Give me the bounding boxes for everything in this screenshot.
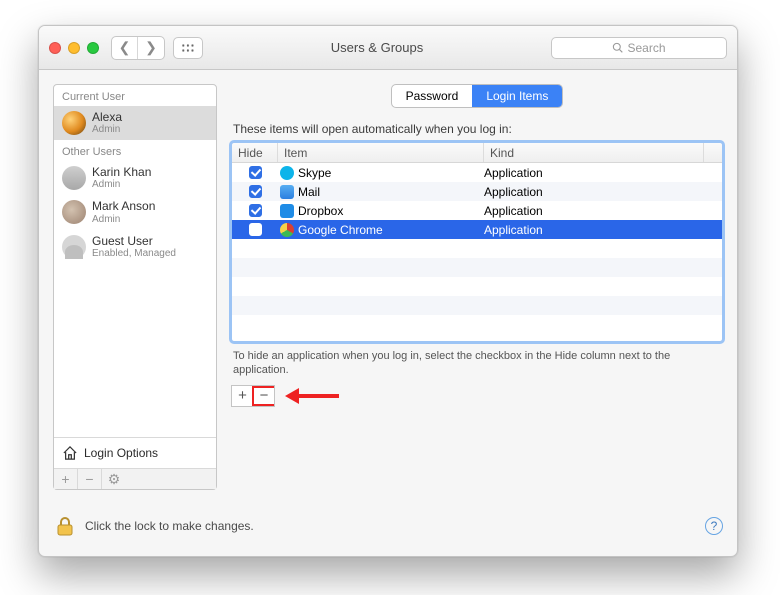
user-name: Alexa bbox=[92, 111, 122, 124]
window-controls bbox=[49, 42, 99, 54]
arrow-head-icon bbox=[285, 388, 299, 404]
user-actions-button[interactable]: ⚙ bbox=[102, 469, 126, 489]
item-kind: Application bbox=[484, 166, 704, 180]
tab-login-items[interactable]: Login Items bbox=[472, 85, 562, 107]
col-spacer bbox=[704, 143, 722, 162]
item-name: Skype bbox=[298, 166, 331, 180]
dropbox-icon bbox=[280, 204, 294, 218]
login-options-button[interactable]: Login Options bbox=[54, 438, 216, 468]
item-name: Dropbox bbox=[298, 204, 343, 218]
avatar bbox=[62, 235, 86, 259]
item-kind: Application bbox=[484, 185, 704, 199]
panel-tabs: Password Login Items bbox=[391, 84, 564, 108]
hide-hint-text: To hide an application when you log in, … bbox=[233, 349, 721, 378]
col-item[interactable]: Item bbox=[278, 143, 484, 162]
minimize-window-button[interactable] bbox=[68, 42, 80, 54]
zoom-window-button[interactable] bbox=[87, 42, 99, 54]
sidebar-user-karin[interactable]: Karin KhanAdmin bbox=[54, 161, 216, 195]
user-name: Guest User bbox=[92, 235, 176, 248]
hide-checkbox[interactable] bbox=[249, 166, 262, 179]
sidebar-user-guest[interactable]: Guest UserEnabled, Managed bbox=[54, 230, 216, 264]
hide-checkbox[interactable] bbox=[249, 185, 262, 198]
user-role: Admin bbox=[92, 214, 155, 225]
table-row-empty bbox=[232, 315, 722, 334]
annotation-arrow bbox=[285, 388, 339, 404]
arrow-line bbox=[299, 394, 339, 398]
login-items-caption: These items will open automatically when… bbox=[233, 122, 721, 136]
table-row-empty bbox=[232, 258, 722, 277]
show-all-prefs-button[interactable] bbox=[173, 37, 203, 59]
avatar bbox=[62, 200, 86, 224]
table-row-empty bbox=[232, 277, 722, 296]
sidebar-footer: Login Options + − ⚙ bbox=[54, 437, 216, 489]
current-user-header: Current User bbox=[54, 85, 216, 106]
tab-password[interactable]: Password bbox=[392, 85, 473, 107]
add-remove-group: + − bbox=[231, 385, 275, 407]
prefs-window: ❮ ❯ Users & Groups Search Current User A… bbox=[38, 25, 738, 557]
avatar bbox=[62, 111, 86, 135]
login-items-table: Hide Item Kind Skype Application Mail Ap… bbox=[231, 142, 723, 342]
item-name: Mail bbox=[298, 185, 320, 199]
table-header: Hide Item Kind bbox=[232, 143, 722, 163]
table-row[interactable]: Dropbox Application bbox=[232, 201, 722, 220]
skype-icon bbox=[280, 166, 294, 180]
table-row-empty bbox=[232, 239, 722, 258]
col-hide[interactable]: Hide bbox=[232, 143, 278, 162]
nav-back-forward: ❮ ❯ bbox=[111, 36, 165, 60]
other-users-header: Other Users bbox=[54, 140, 216, 161]
table-row[interactable]: Google Chrome Application bbox=[232, 220, 722, 239]
help-button[interactable]: ? bbox=[705, 517, 723, 535]
add-login-item-button[interactable]: + bbox=[232, 386, 254, 406]
grid-icon bbox=[181, 43, 195, 53]
item-kind: Application bbox=[484, 223, 704, 237]
hide-checkbox[interactable] bbox=[249, 223, 262, 236]
sidebar-user-mark[interactable]: Mark AnsonAdmin bbox=[54, 195, 216, 229]
lock-footer: Click the lock to make changes. ? bbox=[53, 508, 723, 544]
user-name: Mark Anson bbox=[92, 200, 155, 213]
lock-text: Click the lock to make changes. bbox=[85, 519, 254, 533]
hide-checkbox[interactable] bbox=[249, 204, 262, 217]
user-role: Admin bbox=[92, 124, 122, 135]
main-panel: Password Login Items These items will op… bbox=[231, 84, 723, 490]
table-row-empty bbox=[232, 296, 722, 315]
user-role: Enabled, Managed bbox=[92, 248, 176, 259]
toolbar: ❮ ❯ Users & Groups Search bbox=[39, 26, 737, 70]
sidebar-user-controls: + − ⚙ bbox=[54, 468, 216, 489]
item-name: Google Chrome bbox=[298, 223, 383, 237]
add-user-button[interactable]: + bbox=[54, 469, 78, 489]
lock-icon[interactable] bbox=[53, 514, 77, 538]
table-row[interactable]: Mail Application bbox=[232, 182, 722, 201]
user-role: Admin bbox=[92, 179, 151, 190]
window-title: Users & Groups bbox=[211, 40, 543, 55]
sidebar-user-alexa[interactable]: AlexaAdmin bbox=[54, 106, 216, 140]
close-window-button[interactable] bbox=[49, 42, 61, 54]
search-icon bbox=[612, 42, 623, 53]
avatar bbox=[62, 166, 86, 190]
login-options-label: Login Options bbox=[84, 446, 158, 460]
search-placeholder: Search bbox=[627, 41, 665, 55]
remove-login-item-button[interactable]: − bbox=[252, 386, 274, 406]
chrome-icon bbox=[280, 223, 294, 237]
user-name: Karin Khan bbox=[92, 166, 151, 179]
content-area: Current User AlexaAdmin Other Users Kari… bbox=[39, 70, 737, 504]
forward-button[interactable]: ❯ bbox=[138, 37, 164, 59]
house-icon bbox=[62, 446, 78, 460]
col-kind[interactable]: Kind bbox=[484, 143, 704, 162]
users-sidebar: Current User AlexaAdmin Other Users Kari… bbox=[53, 84, 217, 490]
item-kind: Application bbox=[484, 204, 704, 218]
search-input[interactable]: Search bbox=[551, 37, 727, 59]
table-body: Skype Application Mail Application Dropb… bbox=[232, 163, 722, 341]
add-remove-bar: + − bbox=[231, 385, 723, 407]
back-button[interactable]: ❮ bbox=[112, 37, 138, 59]
remove-user-button[interactable]: − bbox=[78, 469, 102, 489]
mail-icon bbox=[280, 185, 294, 199]
table-row[interactable]: Skype Application bbox=[232, 163, 722, 182]
